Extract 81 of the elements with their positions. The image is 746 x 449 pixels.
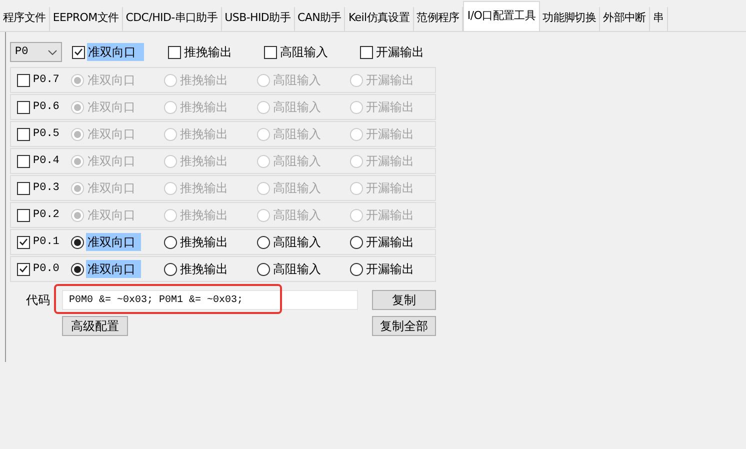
tab[interactable]: 功能脚切换 (540, 7, 600, 31)
option-label: 推挽输出 (179, 261, 230, 278)
option-label: 推挽输出 (179, 234, 230, 251)
checkbox[interactable] (17, 100, 30, 114)
option-label: 准双向口 (86, 180, 136, 197)
radio-button[interactable] (350, 262, 364, 276)
option-label: 开漏输出 (365, 99, 416, 116)
option-label: 高阻输入 (272, 72, 322, 89)
option-label: 开漏输出 (365, 234, 416, 251)
copy-all-button[interactable]: 复制全部 (372, 316, 436, 336)
radio-button[interactable] (257, 236, 270, 248)
checkmark-icon (19, 238, 28, 246)
port-dropdown[interactable]: P0 (10, 42, 62, 62)
checkmark-icon (74, 48, 83, 56)
tab[interactable]: CAN助手 (294, 7, 346, 31)
checkbox[interactable] (17, 262, 30, 276)
checkbox[interactable] (17, 74, 30, 86)
checkbox[interactable] (17, 154, 30, 168)
checkbox[interactable] (17, 128, 30, 140)
checkbox[interactable] (264, 46, 277, 58)
option-label: 高阻输入 (272, 261, 322, 278)
pin-label: P0.6 (33, 100, 60, 115)
option-label: 高阻输入 (272, 99, 322, 116)
code-label: 代码 (25, 292, 50, 309)
option-label: 推挽输出 (179, 126, 230, 143)
option-label: 高阻输入 (272, 126, 322, 143)
option-label: 准双向口 (86, 99, 136, 116)
option-label: 准双向口 (86, 233, 142, 251)
checkbox[interactable] (72, 46, 85, 58)
option-label: 开漏输出 (365, 153, 416, 170)
tab[interactable]: 范例程序 (414, 7, 464, 31)
option-label: 准双向口 (86, 207, 136, 224)
option-label: 推挽输出 (179, 99, 230, 116)
option-label: 推挽输出 (179, 180, 230, 197)
radio-button[interactable] (164, 262, 178, 276)
pin-label: P0.4 (33, 154, 60, 169)
tab[interactable]: USB-HID助手 (222, 7, 294, 31)
checkmark-icon (19, 265, 28, 273)
tab[interactable]: 外部中断 (600, 7, 650, 31)
tab[interactable]: I/O口配置工具 (463, 1, 540, 31)
chevron-down-icon (48, 50, 57, 54)
option-label: 准双向口 (87, 43, 144, 61)
radio-button[interactable] (164, 236, 178, 248)
option-label: 推挽输出 (179, 72, 230, 89)
option-label: 高阻输入 (272, 207, 322, 224)
radio-button[interactable] (257, 262, 270, 276)
option-label: 准双向口 (86, 72, 136, 89)
option-label: 开漏输出 (365, 207, 416, 224)
option-label: 高阻输入 (272, 153, 322, 170)
pin-label: P0.7 (33, 72, 60, 88)
pin-label: P0.5 (33, 126, 60, 142)
checkbox[interactable] (17, 182, 30, 194)
pin-label: P0.0 (33, 262, 60, 277)
option-label: 推挽输出 (183, 44, 233, 61)
advanced-config-button[interactable]: 高级配置 (62, 316, 128, 336)
pin-label: P0.1 (33, 234, 60, 250)
option-label: 推挽输出 (179, 153, 230, 170)
radio-button[interactable] (71, 236, 84, 248)
checkbox[interactable] (17, 208, 30, 222)
radio-button[interactable] (350, 236, 364, 248)
option-label: 高阻输入 (272, 234, 322, 251)
checkbox[interactable] (168, 46, 181, 58)
pin-label: P0.3 (33, 180, 60, 196)
option-label: 开漏输出 (365, 180, 416, 197)
option-label: 开漏输出 (365, 261, 416, 278)
option-label: 准双向口 (86, 126, 136, 143)
option-label: 准双向口 (86, 260, 142, 278)
radio-button[interactable] (71, 262, 84, 276)
pin-label: P0.2 (33, 208, 60, 223)
option-label: 准双向口 (86, 153, 136, 170)
option-label: 推挽输出 (179, 207, 230, 224)
tab[interactable]: 程序文件 (0, 7, 50, 31)
copy-button[interactable]: 复制 (372, 290, 436, 310)
option-label: 开漏输出 (365, 126, 416, 143)
option-label: 开漏输出 (365, 72, 416, 89)
code-field[interactable]: P0M0 &= ~0x03; P0M1 &= ~0x03; (62, 290, 358, 310)
checkbox[interactable] (17, 236, 30, 248)
checkbox[interactable] (360, 46, 373, 58)
option-label: 高阻输入 (279, 44, 329, 61)
option-label: 高阻输入 (272, 180, 322, 197)
option-label: 开漏输出 (375, 44, 425, 61)
